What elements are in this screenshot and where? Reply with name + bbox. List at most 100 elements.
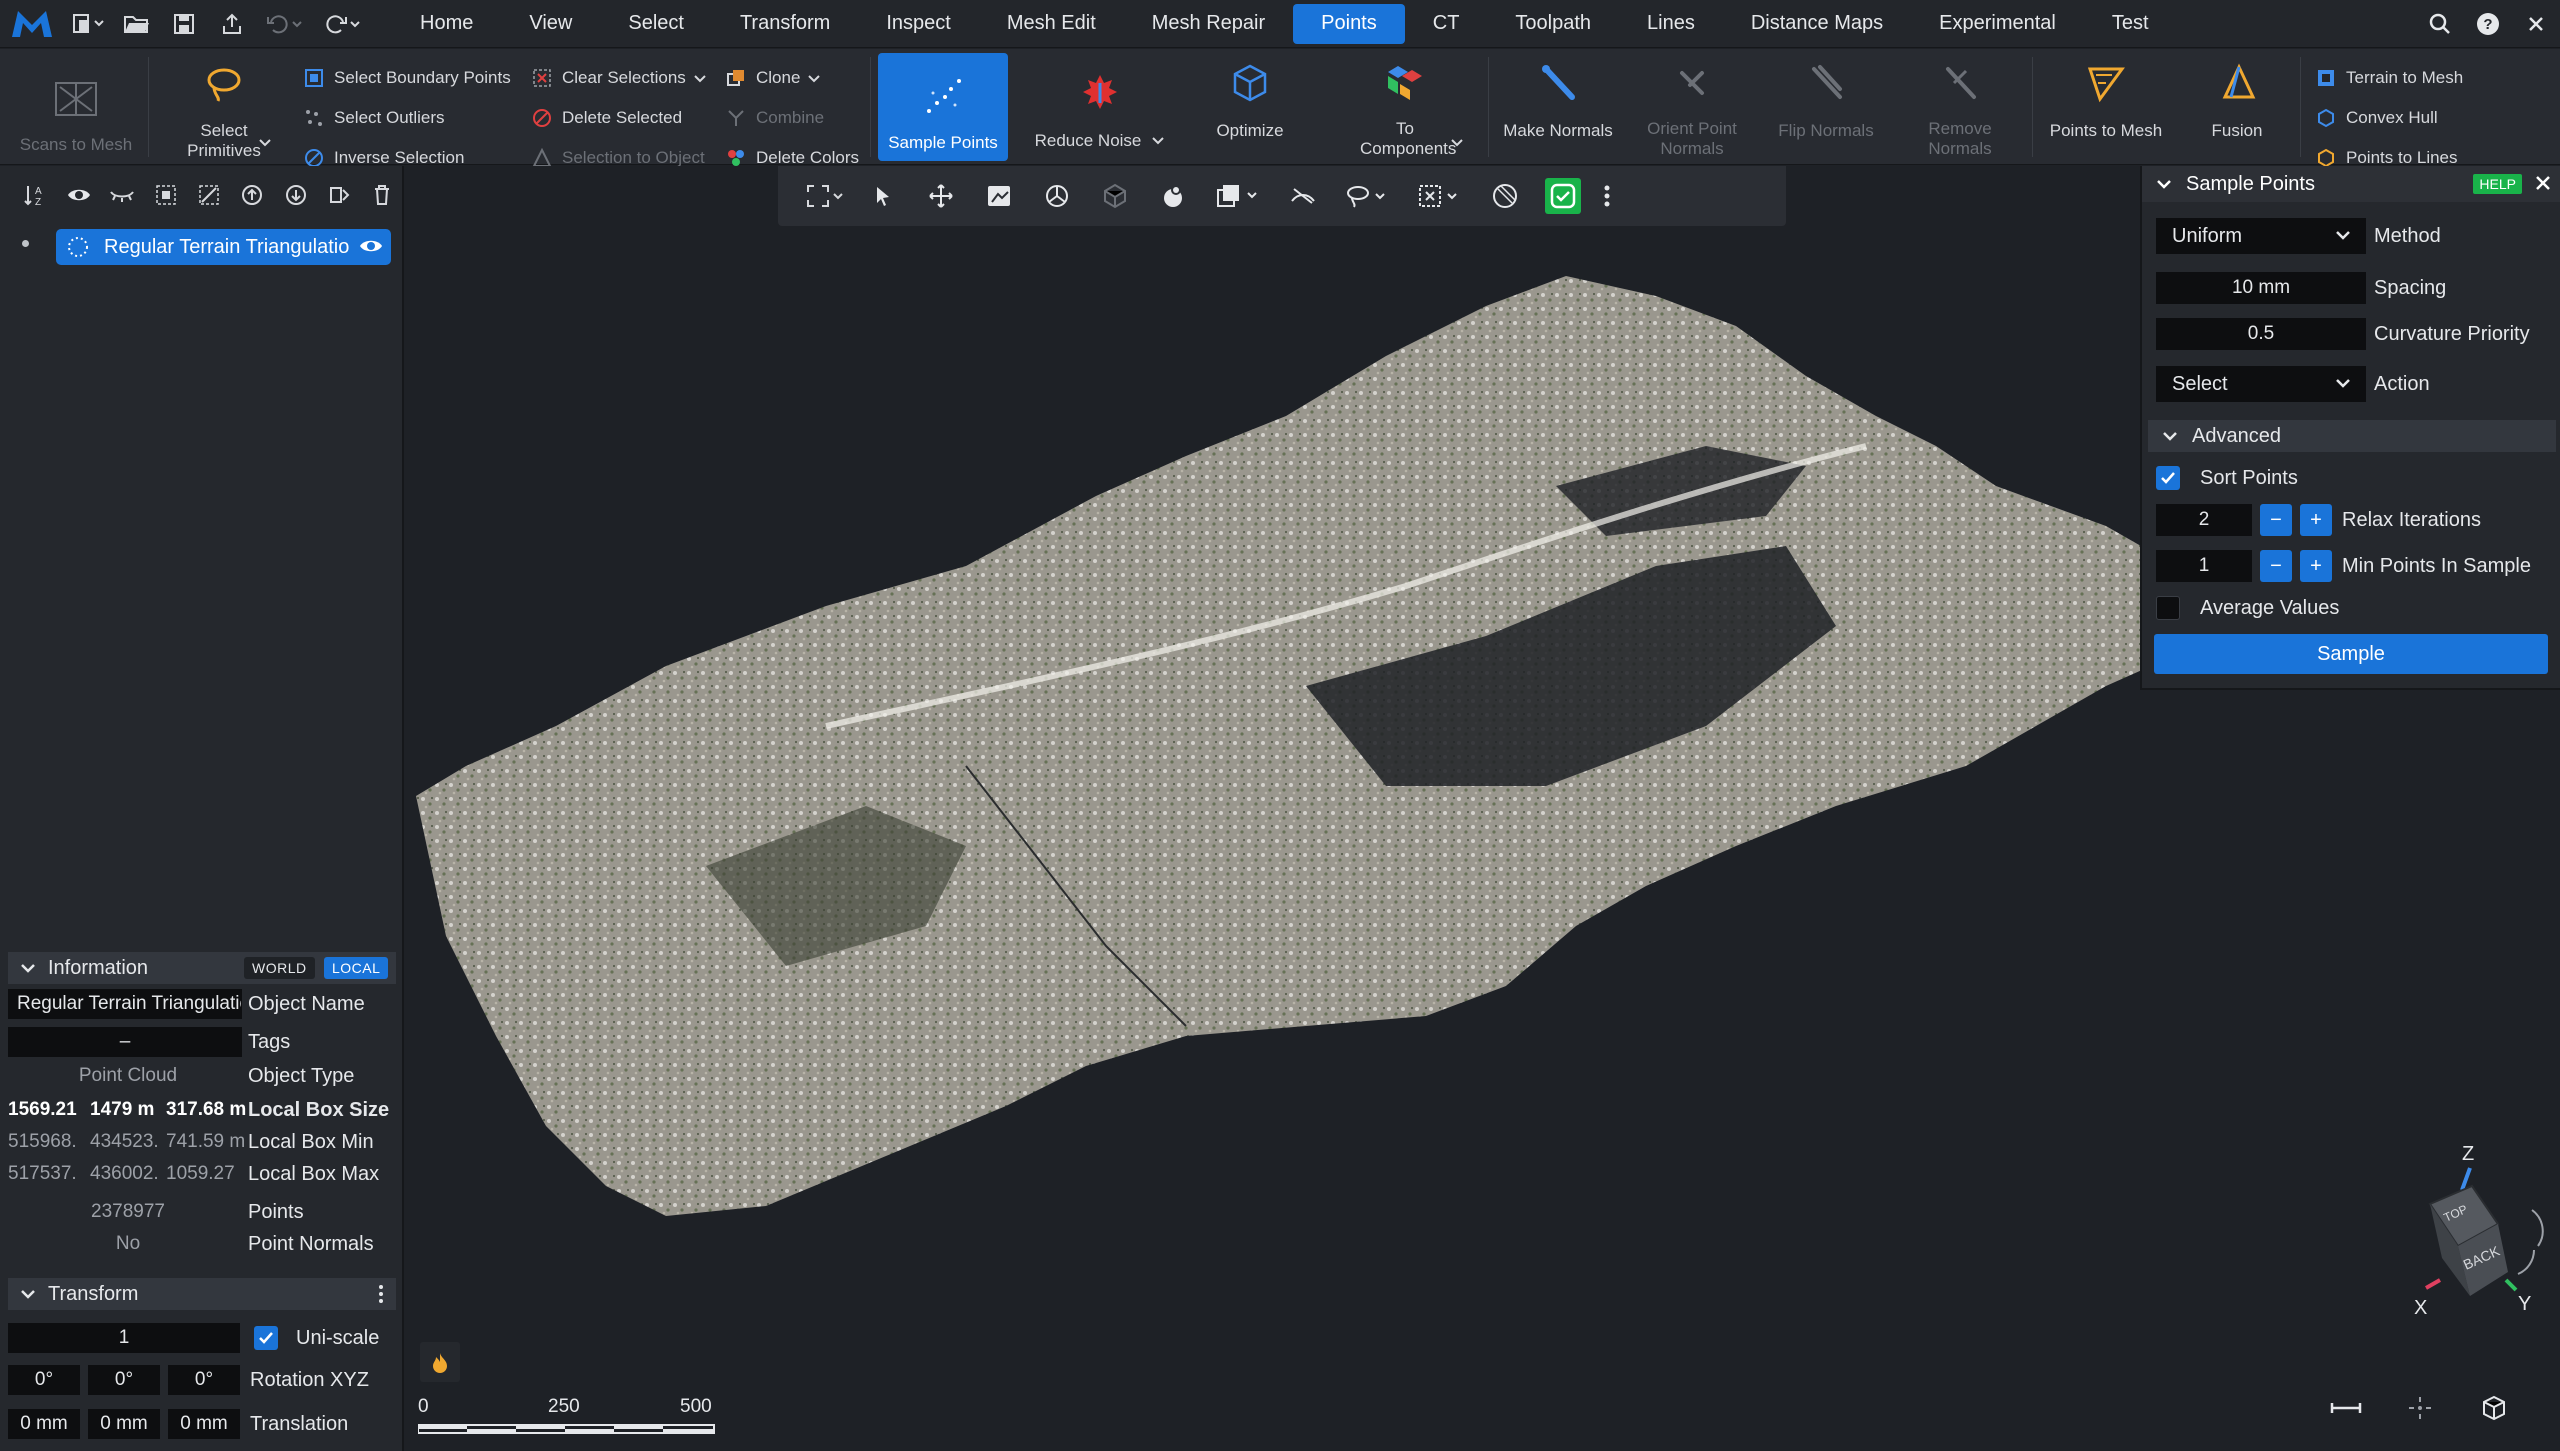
menu-home[interactable]: Home (392, 4, 501, 44)
sort-points-checkbox[interactable] (2156, 466, 2180, 490)
orient-point-normals-button[interactable]: Orient Point Normals (1630, 49, 1754, 165)
select-outliers-button[interactable]: Select Outliers (304, 103, 445, 133)
menu-lines[interactable]: Lines (1619, 4, 1723, 44)
deselect-icon[interactable] (187, 173, 230, 217)
tree-item-terrain[interactable]: Regular Terrain Triangulation (56, 229, 391, 265)
close-panel-icon[interactable] (2534, 174, 2552, 198)
help-icon[interactable]: ? (2464, 0, 2512, 48)
pointer-icon[interactable] (854, 172, 912, 220)
action-select[interactable]: Select (2156, 366, 2366, 402)
export-icon[interactable] (208, 0, 256, 48)
redo-icon[interactable] (314, 0, 372, 48)
menu-experimental[interactable]: Experimental (1911, 4, 2084, 44)
menu-select[interactable]: Select (600, 4, 712, 44)
menu-inspect[interactable]: Inspect (858, 4, 978, 44)
curvature-priority-input[interactable]: 0.5 (2156, 318, 2366, 350)
undo-icon[interactable] (256, 0, 314, 48)
translation-y-input[interactable]: 0 mm (88, 1409, 160, 1439)
lasso-select-icon[interactable] (1332, 172, 1404, 220)
remove-normals-button[interactable]: Remove Normals (1898, 49, 2022, 165)
focus-icon[interactable] (2400, 1388, 2440, 1428)
app-logo-icon[interactable] (0, 0, 64, 48)
terrain-to-mesh-button[interactable]: Terrain to Mesh (2316, 63, 2463, 93)
visibility-eye-icon[interactable] (359, 237, 383, 261)
show-icon[interactable] (57, 173, 100, 217)
transform-section-header[interactable]: Transform (8, 1278, 396, 1310)
fire-icon[interactable] (420, 1342, 460, 1382)
orientation-gizmo[interactable]: Z TOP BACK X Y (2326, 1140, 2560, 1330)
menu-mesh-edit[interactable]: Mesh Edit (979, 4, 1124, 44)
more-options-icon[interactable] (1592, 172, 1622, 220)
menu-mesh-repair[interactable]: Mesh Repair (1124, 4, 1293, 44)
confirm-icon[interactable] (1534, 172, 1592, 220)
help-button[interactable]: HELP (2473, 174, 2522, 194)
delete-selected-button[interactable]: Delete Selected (532, 103, 682, 133)
to-components-button[interactable]: To Components (1330, 49, 1480, 165)
sample-points-button[interactable]: Sample Points (878, 53, 1008, 161)
shading-icon[interactable] (1144, 172, 1202, 220)
translation-z-input[interactable]: 0 mm (168, 1409, 240, 1439)
close-app-icon[interactable] (2512, 0, 2560, 48)
clone-button[interactable]: Clone (726, 63, 821, 93)
move-up-icon[interactable] (231, 173, 274, 217)
relax-decrement-button[interactable]: − (2260, 504, 2292, 536)
convex-hull-button[interactable]: Convex Hull (2316, 103, 2438, 133)
scale-input[interactable]: 1 (8, 1323, 240, 1353)
scans-to-mesh-button[interactable]: Scans to Mesh (10, 49, 142, 165)
menu-transform[interactable]: Transform (712, 4, 858, 44)
min-points-input[interactable]: 1 (2156, 550, 2252, 582)
menu-toolpath[interactable]: Toolpath (1487, 4, 1619, 44)
combine-button[interactable]: Combine (726, 103, 824, 133)
min-points-decrement-button[interactable]: − (2260, 550, 2292, 582)
sample-button[interactable]: Sample (2154, 634, 2548, 674)
relax-increment-button[interactable]: + (2300, 504, 2332, 536)
hide-icon[interactable] (101, 173, 144, 217)
flip-normals-button[interactable]: Flip Normals (1764, 49, 1888, 165)
advanced-section-header[interactable]: Advanced (2148, 420, 2556, 452)
new-file-icon[interactable] (64, 0, 112, 48)
pivot-icon[interactable] (970, 172, 1028, 220)
mirror-icon[interactable] (317, 173, 360, 217)
select-all-icon[interactable] (144, 173, 187, 217)
rotation-z-input[interactable]: 0° (168, 1365, 240, 1395)
open-folder-icon[interactable] (112, 0, 160, 48)
move-icon[interactable] (912, 172, 970, 220)
world-toggle[interactable]: WORLD (244, 957, 315, 979)
rotate-view-icon[interactable] (1028, 172, 1086, 220)
sample-points-panel-header[interactable]: Sample Points HELP (2142, 166, 2560, 202)
box-select-icon[interactable] (1404, 172, 1476, 220)
menu-view[interactable]: View (501, 4, 600, 44)
spacing-input[interactable]: 10 mm (2156, 272, 2366, 304)
move-down-icon[interactable] (274, 173, 317, 217)
clear-selections-button[interactable]: Clear Selections (532, 63, 706, 93)
points-to-mesh-button[interactable]: Points to Mesh (2040, 49, 2172, 165)
method-select[interactable]: Uniform (2156, 218, 2366, 254)
translation-x-input[interactable]: 0 mm (8, 1409, 80, 1439)
menu-test[interactable]: Test (2084, 4, 2177, 44)
tags-field[interactable]: – (8, 1027, 242, 1057)
sort-icon[interactable]: AZ (14, 173, 57, 217)
menu-distance-maps[interactable]: Distance Maps (1723, 4, 1911, 44)
view-cube-icon[interactable] (2474, 1388, 2514, 1428)
information-section-header[interactable]: Information WORLD LOCAL (8, 952, 396, 984)
uniscale-checkbox[interactable] (254, 1326, 278, 1350)
relax-iterations-input[interactable]: 2 (2156, 504, 2252, 536)
reduce-noise-button[interactable]: Reduce Noise (1030, 49, 1170, 165)
local-toggle[interactable]: LOCAL (324, 957, 389, 979)
rotation-x-input[interactable]: 0° (8, 1365, 80, 1395)
object-name-field[interactable]: Regular Terrain Triangulation (8, 989, 242, 1019)
clipping-box-icon[interactable] (1202, 172, 1274, 220)
menu-points[interactable]: Points (1293, 3, 1405, 44)
select-primitives-button[interactable]: Select Primitives (160, 49, 288, 165)
optimize-button[interactable]: Optimize (1190, 49, 1310, 165)
measure-icon[interactable] (2326, 1388, 2366, 1428)
search-icon[interactable] (2416, 0, 2464, 48)
select-boundary-points-button[interactable]: Select Boundary Points (304, 63, 511, 93)
min-points-increment-button[interactable]: + (2300, 550, 2332, 582)
snap-icon[interactable] (1476, 172, 1534, 220)
wireframe-icon[interactable] (1086, 172, 1144, 220)
fit-view-icon[interactable] (796, 172, 854, 220)
make-normals-button[interactable]: Make Normals (1496, 49, 1620, 165)
fusion-button[interactable]: Fusion (2182, 49, 2292, 165)
hide-faces-icon[interactable] (1274, 172, 1332, 220)
